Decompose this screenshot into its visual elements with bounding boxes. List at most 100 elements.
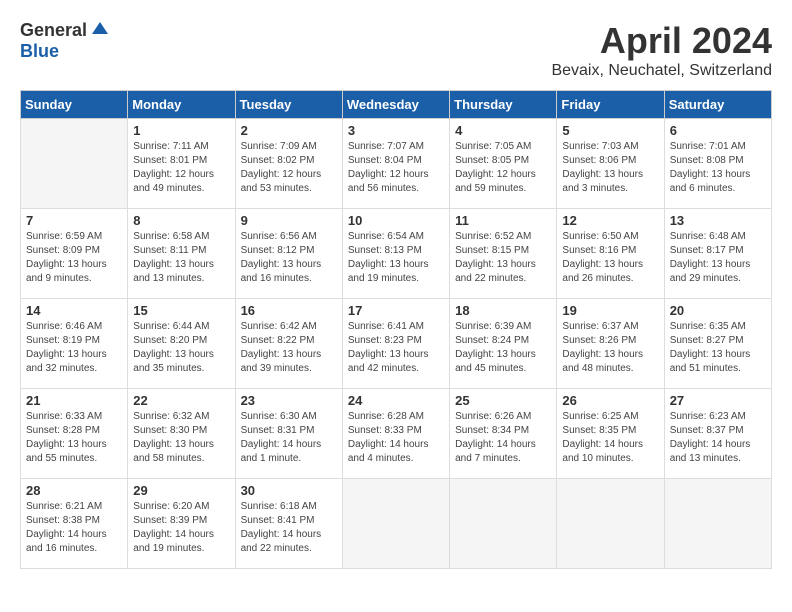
calendar-subtitle: Bevaix, Neuchatel, Switzerland (551, 62, 772, 80)
page-header: General Blue April 2024 Bevaix, Neuchate… (20, 20, 772, 80)
day-info: Sunrise: 6:42 AM Sunset: 8:22 PM Dayligh… (241, 320, 337, 376)
day-cell: 13 Sunrise: 6:48 AM Sunset: 8:17 PM Dayli… (664, 209, 771, 299)
day-number: 13 (670, 213, 766, 228)
calendar-table: SundayMondayTuesdayWednesdayThursdayFrid… (20, 90, 772, 569)
day-cell: 27 Sunrise: 6:23 AM Sunset: 8:37 PM Dayli… (664, 389, 771, 479)
weekday-header-tuesday: Tuesday (235, 91, 342, 119)
logo-triangle-icon (92, 20, 108, 41)
day-number: 8 (133, 213, 229, 228)
logo-blue-text: Blue (20, 41, 59, 61)
day-info: Sunrise: 6:39 AM Sunset: 8:24 PM Dayligh… (455, 320, 551, 376)
day-info: Sunrise: 6:56 AM Sunset: 8:12 PM Dayligh… (241, 230, 337, 286)
day-info: Sunrise: 6:46 AM Sunset: 8:19 PM Dayligh… (26, 320, 122, 376)
day-info: Sunrise: 7:07 AM Sunset: 8:04 PM Dayligh… (348, 140, 444, 196)
day-info: Sunrise: 6:54 AM Sunset: 8:13 PM Dayligh… (348, 230, 444, 286)
day-cell: 21Sunrise: 6:33 AM Sunset: 8:28 PM Dayli… (21, 389, 128, 479)
day-number: 10 (348, 213, 444, 228)
day-cell: 29 Sunrise: 6:20 AM Sunset: 8:39 PM Dayli… (128, 479, 235, 569)
week-row-5: 28 Sunrise: 6:21 AM Sunset: 8:38 PM Dayli… (21, 479, 772, 569)
day-number: 12 (562, 213, 658, 228)
day-info: Sunrise: 6:20 AM Sunset: 8:39 PM Dayligh… (133, 500, 229, 556)
day-cell: 17Sunrise: 6:41 AM Sunset: 8:23 PM Dayli… (342, 299, 449, 389)
day-info: Sunrise: 6:28 AM Sunset: 8:33 PM Dayligh… (348, 410, 444, 466)
day-cell: 11 Sunrise: 6:52 AM Sunset: 8:15 PM Dayli… (450, 209, 557, 299)
day-info: Sunrise: 6:52 AM Sunset: 8:15 PM Dayligh… (455, 230, 551, 286)
day-cell: 2 Sunrise: 7:09 AM Sunset: 8:02 PM Daylig… (235, 119, 342, 209)
day-number: 27 (670, 393, 766, 408)
weekday-header-sunday: Sunday (21, 91, 128, 119)
day-info: Sunrise: 6:50 AM Sunset: 8:16 PM Dayligh… (562, 230, 658, 286)
day-number: 1 (133, 123, 229, 138)
week-row-2: 7 Sunrise: 6:59 AM Sunset: 8:09 PM Daylig… (21, 209, 772, 299)
day-number: 5 (562, 123, 658, 138)
day-cell: 14 Sunrise: 6:46 AM Sunset: 8:19 PM Dayli… (21, 299, 128, 389)
day-number: 20 (670, 303, 766, 318)
day-cell (557, 479, 664, 569)
day-cell: 22Sunrise: 6:32 AM Sunset: 8:30 PM Dayli… (128, 389, 235, 479)
day-number: 26 (562, 393, 658, 408)
week-row-1: 1 Sunrise: 7:11 AM Sunset: 8:01 PM Daylig… (21, 119, 772, 209)
day-info: Sunrise: 7:01 AM Sunset: 8:08 PM Dayligh… (670, 140, 766, 196)
day-cell: 24 Sunrise: 6:28 AM Sunset: 8:33 PM Dayli… (342, 389, 449, 479)
day-cell: 6 Sunrise: 7:01 AM Sunset: 8:08 PM Daylig… (664, 119, 771, 209)
weekday-header-thursday: Thursday (450, 91, 557, 119)
day-info: Sunrise: 6:48 AM Sunset: 8:17 PM Dayligh… (670, 230, 766, 286)
day-number: 29 (133, 483, 229, 498)
weekday-header-friday: Friday (557, 91, 664, 119)
day-number: 21 (26, 393, 122, 408)
day-cell: 10 Sunrise: 6:54 AM Sunset: 8:13 PM Dayli… (342, 209, 449, 299)
day-info: Sunrise: 6:23 AM Sunset: 8:37 PM Dayligh… (670, 410, 766, 466)
day-number: 22 (133, 393, 229, 408)
weekday-header-row: SundayMondayTuesdayWednesdayThursdayFrid… (21, 91, 772, 119)
day-cell: 19Sunrise: 6:37 AM Sunset: 8:26 PM Dayli… (557, 299, 664, 389)
day-info: Sunrise: 6:26 AM Sunset: 8:34 PM Dayligh… (455, 410, 551, 466)
day-number: 11 (455, 213, 551, 228)
day-number: 16 (241, 303, 337, 318)
day-cell: 16 Sunrise: 6:42 AM Sunset: 8:22 PM Dayli… (235, 299, 342, 389)
day-info: Sunrise: 6:25 AM Sunset: 8:35 PM Dayligh… (562, 410, 658, 466)
weekday-header-wednesday: Wednesday (342, 91, 449, 119)
day-info: Sunrise: 6:21 AM Sunset: 8:38 PM Dayligh… (26, 500, 122, 556)
day-cell (21, 119, 128, 209)
day-cell (342, 479, 449, 569)
day-number: 9 (241, 213, 337, 228)
day-cell: 18 Sunrise: 6:39 AM Sunset: 8:24 PM Dayli… (450, 299, 557, 389)
day-cell: 1 Sunrise: 7:11 AM Sunset: 8:01 PM Daylig… (128, 119, 235, 209)
day-number: 25 (455, 393, 551, 408)
day-number: 24 (348, 393, 444, 408)
day-cell: 15 Sunrise: 6:44 AM Sunset: 8:20 PM Dayli… (128, 299, 235, 389)
day-number: 19 (562, 303, 658, 318)
logo: General Blue (20, 20, 108, 62)
day-number: 14 (26, 303, 122, 318)
day-info: Sunrise: 6:35 AM Sunset: 8:27 PM Dayligh… (670, 320, 766, 376)
day-number: 18 (455, 303, 551, 318)
day-number: 4 (455, 123, 551, 138)
day-info: Sunrise: 6:18 AM Sunset: 8:41 PM Dayligh… (241, 500, 337, 556)
day-info: Sunrise: 7:09 AM Sunset: 8:02 PM Dayligh… (241, 140, 337, 196)
day-number: 7 (26, 213, 122, 228)
day-number: 6 (670, 123, 766, 138)
day-cell: 28 Sunrise: 6:21 AM Sunset: 8:38 PM Dayli… (21, 479, 128, 569)
day-number: 3 (348, 123, 444, 138)
day-cell: 8 Sunrise: 6:58 AM Sunset: 8:11 PM Daylig… (128, 209, 235, 299)
day-number: 30 (241, 483, 337, 498)
day-info: Sunrise: 6:59 AM Sunset: 8:09 PM Dayligh… (26, 230, 122, 286)
day-number: 28 (26, 483, 122, 498)
day-number: 15 (133, 303, 229, 318)
day-info: Sunrise: 7:03 AM Sunset: 8:06 PM Dayligh… (562, 140, 658, 196)
day-cell (664, 479, 771, 569)
day-cell (450, 479, 557, 569)
day-cell: 9 Sunrise: 6:56 AM Sunset: 8:12 PM Daylig… (235, 209, 342, 299)
calendar-title: April 2024 (551, 20, 772, 62)
day-info: Sunrise: 7:11 AM Sunset: 8:01 PM Dayligh… (133, 140, 229, 196)
day-cell: 4 Sunrise: 7:05 AM Sunset: 8:05 PM Daylig… (450, 119, 557, 209)
day-info: Sunrise: 6:44 AM Sunset: 8:20 PM Dayligh… (133, 320, 229, 376)
day-cell: 3 Sunrise: 7:07 AM Sunset: 8:04 PM Daylig… (342, 119, 449, 209)
week-row-4: 21Sunrise: 6:33 AM Sunset: 8:28 PM Dayli… (21, 389, 772, 479)
day-info: Sunrise: 6:58 AM Sunset: 8:11 PM Dayligh… (133, 230, 229, 286)
day-info: Sunrise: 7:05 AM Sunset: 8:05 PM Dayligh… (455, 140, 551, 196)
day-number: 2 (241, 123, 337, 138)
day-number: 23 (241, 393, 337, 408)
day-cell: 12 Sunrise: 6:50 AM Sunset: 8:16 PM Dayli… (557, 209, 664, 299)
day-cell: 30 Sunrise: 6:18 AM Sunset: 8:41 PM Dayli… (235, 479, 342, 569)
